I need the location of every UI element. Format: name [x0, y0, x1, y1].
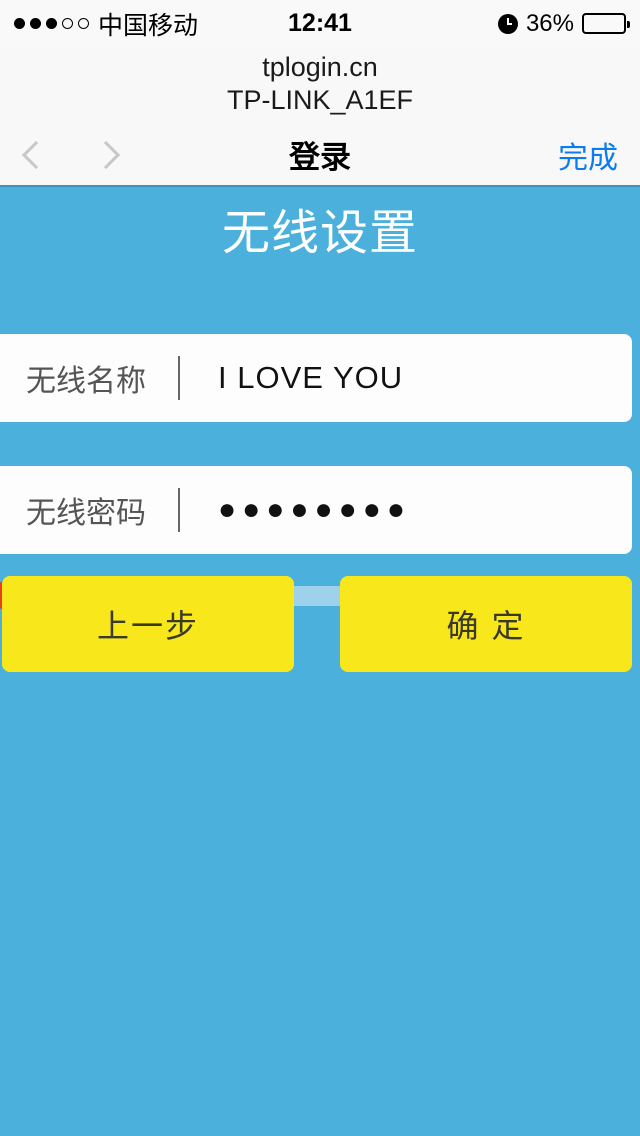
previous-step-button[interactable]: 上一步 — [2, 575, 294, 672]
status-bar-right: 36% — [497, 9, 630, 38]
wireless-password-input[interactable]: ●●●●●●●● — [218, 493, 411, 527]
chevron-left-icon[interactable] — [21, 140, 51, 170]
url-host-label[interactable]: tplogin.cn — [0, 51, 640, 84]
wireless-password-field[interactable]: 无线密码 ●●●●●●●● — [0, 465, 632, 554]
status-bar: 中国移动 12:41 36% — [0, 0, 640, 47]
battery-icon — [582, 13, 630, 34]
browser-url-bar[interactable]: tplogin.cn TP-LINK_A1EF — [0, 47, 640, 125]
wireless-settings-page: 无线设置 无线名称 I LOVE YOU 无线密码 ●●●●●●●● 密码强度：… — [0, 186, 640, 1136]
status-bar-left: 中国移动 — [14, 6, 198, 42]
wireless-name-input[interactable]: I LOVE YOU — [218, 360, 403, 396]
action-button-row: 上一步 确 定 — [0, 575, 640, 672]
done-button[interactable]: 完成 — [558, 133, 640, 177]
nav-arrow-group — [0, 140, 121, 170]
wireless-name-field[interactable]: 无线名称 I LOVE YOU — [0, 333, 632, 422]
field-divider — [178, 487, 180, 532]
field-divider — [178, 355, 180, 400]
wireless-name-label: 无线名称 — [26, 364, 146, 398]
carrier-label: 中国移动 — [98, 11, 199, 40]
browser-nav-bar: 登录 完成 — [0, 124, 640, 187]
alarm-clock-icon — [497, 13, 518, 34]
battery-percent-label: 36% — [525, 9, 574, 37]
signal-strength-icon — [14, 18, 89, 29]
wireless-password-label: 无线密码 — [26, 496, 146, 530]
page-title-label: TP-LINK_A1EF — [226, 84, 414, 115]
chevron-right-icon[interactable] — [91, 140, 121, 170]
page-heading: 无线设置 — [221, 206, 418, 260]
confirm-button[interactable]: 确 定 — [340, 575, 632, 672]
